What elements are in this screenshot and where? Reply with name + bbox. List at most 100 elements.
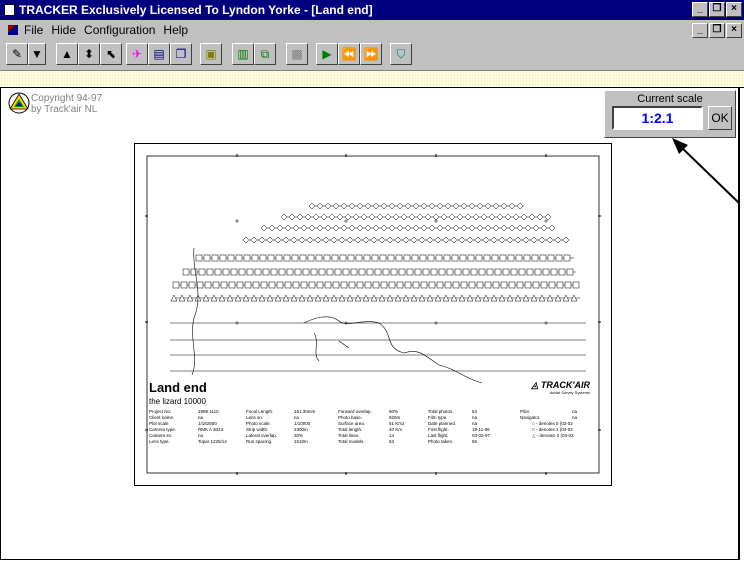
photo-marker (500, 224, 508, 232)
photo-marker (442, 236, 450, 244)
photo-marker (528, 213, 536, 221)
photo-marker (372, 281, 380, 289)
photo-marker (356, 224, 364, 232)
photo-marker (308, 202, 316, 210)
photo-marker (474, 236, 482, 244)
photo-marker (211, 254, 219, 262)
photo-marker (390, 268, 398, 276)
info-value: 56 (472, 439, 478, 444)
photo-marker (500, 202, 508, 210)
photo-marker (508, 281, 516, 289)
legend-item: △ - denotes 2 (03-02 (532, 433, 574, 438)
photo-marker (364, 281, 372, 289)
photo-marker (547, 254, 555, 262)
photo-marker (428, 224, 436, 232)
photo-marker (440, 213, 448, 221)
photo-marker (376, 213, 384, 221)
photo-marker (451, 254, 459, 262)
photo-marker (454, 268, 462, 276)
photo-marker (554, 236, 562, 244)
photo-marker (548, 224, 556, 232)
info-col2-labels: Focal Length. Lens sn. Photo scale. Strip w… (246, 409, 277, 445)
photo-marker (466, 236, 474, 244)
photo-marker (411, 254, 419, 262)
photo-marker (304, 213, 312, 221)
info-label: Lens type. (149, 439, 170, 444)
photo-marker (190, 268, 198, 276)
photo-marker (348, 224, 356, 232)
photo-marker (468, 202, 476, 210)
photo-marker (496, 213, 504, 221)
photo-marker (522, 236, 530, 244)
photo-marker (476, 224, 484, 232)
photo-marker (435, 254, 443, 262)
photo-marker (419, 254, 427, 262)
photo-marker (356, 281, 364, 289)
photo-marker (484, 281, 492, 289)
photo-marker (362, 236, 370, 244)
photo-marker (462, 268, 470, 276)
photo-marker (300, 224, 308, 232)
photo-marker (332, 281, 340, 289)
coastline (191, 247, 483, 384)
grid-cross (434, 219, 438, 223)
photo-marker (556, 281, 564, 289)
photo-marker (428, 281, 436, 289)
info-col4-labels: Total photos. Film type. Date planned. Firs… (428, 409, 456, 445)
photo-marker (562, 236, 570, 244)
photo-marker (380, 224, 388, 232)
photo-marker (520, 213, 528, 221)
photo-marker (402, 236, 410, 244)
photo-marker (488, 213, 496, 221)
photo-marker (300, 281, 308, 289)
photo-marker (490, 236, 498, 244)
photo-marker (372, 224, 380, 232)
photo-marker (336, 213, 344, 221)
grid-cross (544, 321, 548, 325)
photo-marker (516, 224, 524, 232)
photo-marker (270, 268, 278, 276)
photo-marker (331, 254, 339, 262)
photo-marker (378, 236, 386, 244)
photo-marker (494, 268, 502, 276)
photo-marker (500, 281, 508, 289)
photo-marker (227, 254, 235, 262)
photo-marker (203, 254, 211, 262)
photo-marker (430, 268, 438, 276)
photo-marker (532, 281, 540, 289)
photo-marker (299, 254, 307, 262)
photo-marker (324, 224, 332, 232)
info-value: 53 (389, 439, 395, 444)
photo-marker (410, 236, 418, 244)
photo-marker (288, 213, 296, 221)
photo-marker (507, 254, 515, 262)
photo-marker (476, 281, 484, 289)
photo-marker (220, 281, 228, 289)
photo-marker (243, 254, 251, 262)
photo-marker (526, 268, 534, 276)
photo-marker (340, 281, 348, 289)
photo-marker (290, 236, 298, 244)
photo-marker (370, 236, 378, 244)
photo-marker (452, 224, 460, 232)
photo-marker (534, 268, 542, 276)
plan-title: Land end (149, 380, 207, 395)
photo-marker (468, 224, 476, 232)
photo-marker (388, 281, 396, 289)
grid-cross (344, 321, 348, 325)
photo-marker (348, 202, 356, 210)
photo-marker (330, 236, 338, 244)
photo-marker (374, 268, 382, 276)
info-label: Total models. (338, 439, 365, 444)
photo-marker (283, 254, 291, 262)
photo-marker (555, 254, 563, 262)
photo-marker (267, 254, 275, 262)
photo-marker (172, 281, 180, 289)
photo-marker (412, 224, 420, 232)
photo-marker (180, 281, 188, 289)
photo-marker (308, 281, 316, 289)
photo-marker (396, 224, 404, 232)
photo-marker (420, 281, 428, 289)
info-col5-values: na na (572, 409, 577, 421)
photo-marker (470, 268, 478, 276)
